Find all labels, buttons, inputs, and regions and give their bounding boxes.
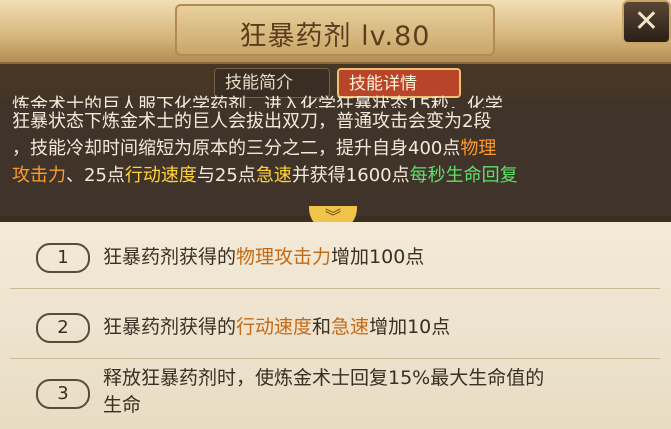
item-number: 3 bbox=[36, 379, 90, 409]
item-text-line: 释放狂暴药剂时，使炼金术士回复15%最大生命值的 bbox=[103, 367, 545, 389]
item-number: 2 bbox=[36, 313, 90, 343]
item-text: 狂暴药剂获得的物理攻击力增加100点 bbox=[103, 244, 653, 271]
physical-attack-keyword: 物理攻击力 bbox=[236, 246, 332, 268]
item-text-part: 增加10点 bbox=[369, 316, 451, 338]
list-item: 1 狂暴药剂获得的物理攻击力增加100点 bbox=[0, 232, 671, 282]
desc-text: 、25点 bbox=[66, 165, 125, 186]
close-button[interactable]: ✕ bbox=[622, 0, 671, 44]
title-bar: 狂暴药剂 lv.80 bbox=[0, 0, 671, 64]
item-text: 释放狂暴药剂时，使炼金术士回复15%最大生命值的 生命 bbox=[103, 365, 653, 419]
action-speed-keyword: 行动速度 bbox=[124, 165, 197, 186]
physical-attack-keyword: 物理 bbox=[460, 138, 497, 159]
upgrade-list: 1 狂暴药剂获得的物理攻击力增加100点 2 狂暴药剂获得的行动速度和急速增加1… bbox=[0, 222, 671, 429]
hp-regen-keyword: 每秒生命回复 bbox=[409, 165, 518, 186]
divider bbox=[10, 358, 660, 359]
title-plate: 狂暴药剂 lv.80 bbox=[175, 4, 495, 56]
desc-text: 与25点 bbox=[196, 165, 256, 186]
item-text: 狂暴药剂获得的行动速度和急速增加10点 bbox=[103, 314, 653, 341]
item-text-part: 狂暴药剂获得的 bbox=[103, 316, 237, 338]
skill-description: 炼金术士的巨人服下化学药剂，进入化学狂暴状态15秒，化学 狂暴状态下炼金术士的巨… bbox=[0, 95, 671, 216]
divider bbox=[10, 288, 660, 289]
item-text-part: 狂暴药剂获得的 bbox=[103, 246, 237, 268]
skill-title: 狂暴药剂 lv.80 bbox=[239, 21, 431, 52]
list-item: 2 狂暴药剂获得的行动速度和急速增加10点 bbox=[0, 304, 671, 354]
physical-attack-keyword: 攻击力 bbox=[12, 165, 66, 186]
item-number: 1 bbox=[36, 243, 90, 273]
desc-text: 并获得1600点 bbox=[291, 165, 410, 186]
desc-line-3: 攻击力、25点行动速度与25点急速并获得1600点每秒生命回复 bbox=[12, 162, 662, 189]
desc-line-2: ，技能冷却时间缩短为原本的三分之二，提升自身400点物理 bbox=[12, 135, 662, 162]
action-speed-keyword: 行动速度 bbox=[236, 316, 313, 338]
list-item: 3 释放狂暴药剂时，使炼金术士回复15%最大生命值的 生命 bbox=[0, 362, 671, 429]
desc-line-1: 狂暴状态下炼金术士的巨人会拔出双刀，普通攻击会变为2段 bbox=[12, 111, 492, 132]
item-text-part: 和 bbox=[312, 316, 332, 338]
haste-keyword: 急速 bbox=[255, 165, 292, 186]
item-text-line: 生命 bbox=[103, 394, 142, 416]
desc-text: ，技能冷却时间缩短为原本的三分之二，提升自身400点 bbox=[12, 138, 461, 159]
haste-keyword: 急速 bbox=[331, 316, 370, 338]
item-text-part: 增加100点 bbox=[331, 246, 425, 268]
skill-panel: 狂暴药剂 lv.80 ✕ 技能简介 技能详情 炼金术士的巨人服下化学药剂，进入化… bbox=[0, 0, 671, 429]
desc-line-0: 炼金术士的巨人服下化学药剂，进入化学狂暴状态15秒，化学 bbox=[12, 95, 503, 108]
